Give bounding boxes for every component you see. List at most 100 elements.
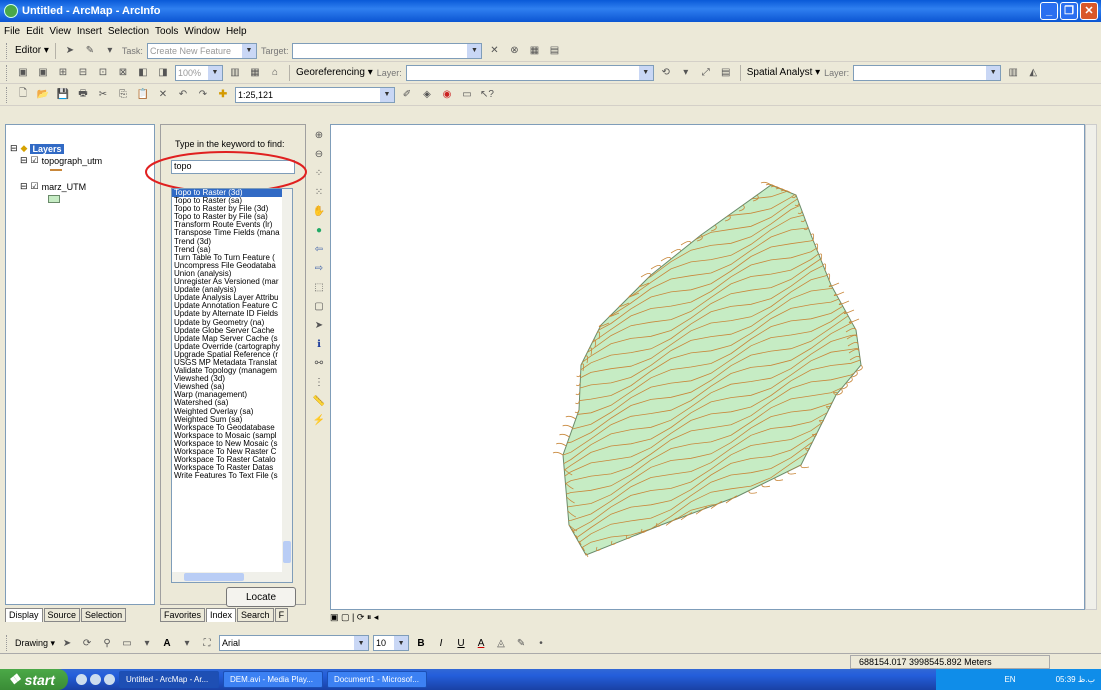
- tool-list-item[interactable]: Transform Route Events (lr): [172, 221, 284, 229]
- italic-icon[interactable]: I: [433, 635, 449, 651]
- select-elements-icon[interactable]: ➤: [311, 317, 327, 333]
- tool-list-item[interactable]: Topo to Raster (3d): [172, 189, 284, 198]
- collapse-icon[interactable]: ⊟: [20, 181, 28, 192]
- bold-icon[interactable]: B: [413, 635, 429, 651]
- tool-list-item[interactable]: Transpose Time Fields (mana: [172, 229, 284, 237]
- pan-hand-icon[interactable]: ✋: [311, 203, 327, 219]
- toc-layers-root[interactable]: ⊟ ◆ Layers: [10, 143, 64, 154]
- map-display[interactable]: [330, 124, 1085, 610]
- tool-list-item[interactable]: Update (analysis): [172, 286, 284, 294]
- tool-list-item[interactable]: Viewshed (3d): [172, 375, 284, 383]
- full-extent-icon[interactable]: ●: [311, 222, 327, 238]
- histogram-icon[interactable]: ▥: [1005, 65, 1021, 81]
- sketch-pencil-icon[interactable]: ✎: [82, 43, 98, 59]
- editor-menu[interactable]: Editor ▾: [15, 45, 49, 56]
- undo-icon[interactable]: ↶: [175, 87, 191, 103]
- tool-list-item[interactable]: Viewshed (sa): [172, 383, 284, 391]
- collapse-icon[interactable]: ⊟: [10, 143, 18, 154]
- menu-insert[interactable]: Insert: [77, 26, 102, 37]
- rotate-icon[interactable]: ⟳: [79, 635, 95, 651]
- target-combo[interactable]: ▼: [292, 42, 483, 59]
- toggle-draft-icon[interactable]: ▥: [227, 65, 243, 81]
- chevron-down-icon[interactable]: ▾: [102, 43, 118, 59]
- media-icon[interactable]: [90, 674, 101, 685]
- menu-help[interactable]: Help: [226, 26, 247, 37]
- hyperlink-icon[interactable]: ⚡: [311, 412, 327, 428]
- text-icon[interactable]: A: [159, 635, 175, 651]
- tool-list-item[interactable]: Topo to Raster (sa): [172, 197, 284, 205]
- cut-icon[interactable]: ✂: [95, 87, 111, 103]
- tab-source[interactable]: Source: [43, 608, 81, 622]
- arctoolbox-icon[interactable]: ◉: [439, 87, 455, 103]
- tool-list-item[interactable]: Upgrade Spatial Reference (r: [172, 351, 284, 359]
- checkbox-icon[interactable]: ☑: [31, 155, 39, 166]
- task-document[interactable]: Document1 - Microsof...: [327, 671, 427, 688]
- collapse-icon[interactable]: ⊟: [20, 155, 28, 166]
- map-scale-combo[interactable]: 1:25,121 ▼: [235, 86, 395, 103]
- task-combo[interactable]: Create New Feature ▼: [146, 42, 257, 59]
- tool-list-item[interactable]: Workspace To Geodatabase: [172, 424, 284, 432]
- spatial-analyst-menu[interactable]: Spatial Analyst ▾: [747, 67, 820, 78]
- tool-list-item[interactable]: Unregister As Versioned (mar: [172, 278, 284, 286]
- new-document-icon[interactable]: 🗋: [15, 87, 31, 103]
- tool-list-item[interactable]: Workspace To Raster Datas: [172, 464, 284, 472]
- tool-list-item[interactable]: USGS MP Metadata Translat: [172, 359, 284, 367]
- layout-pan-icon[interactable]: ⊞: [55, 65, 71, 81]
- rectangle-icon[interactable]: ▭: [119, 635, 135, 651]
- menu-tools[interactable]: Tools: [155, 26, 178, 37]
- tool-list-item[interactable]: Update by Alternate ID Fields: [172, 310, 284, 318]
- layout-extent-icon[interactable]: ⊠: [115, 65, 131, 81]
- zoom-to-selected-icon[interactable]: ⚲: [99, 635, 115, 651]
- font-size-combo[interactable]: 10 ▼: [373, 635, 410, 651]
- tool-list-item[interactable]: Workspace To New Raster C: [172, 448, 284, 456]
- tool-list-item[interactable]: Watershed (sa): [172, 399, 284, 407]
- tool-list-item[interactable]: Turn Table To Turn Feature (: [172, 254, 284, 262]
- chevron-down-icon[interactable]: ▾: [139, 635, 155, 651]
- tool-list-item[interactable]: Update Annotation Feature C: [172, 302, 284, 310]
- split-icon[interactable]: ⊗: [506, 43, 522, 59]
- menu-view[interactable]: View: [49, 26, 71, 37]
- font-color-icon[interactable]: A: [473, 635, 489, 651]
- checkbox-icon[interactable]: ☑: [31, 181, 39, 192]
- menu-file[interactable]: File: [4, 26, 20, 37]
- map-canvas[interactable]: [331, 125, 1084, 609]
- fill-color-icon[interactable]: ◬: [493, 635, 509, 651]
- whats-this-icon[interactable]: ↖?: [479, 87, 495, 103]
- view-toggle[interactable]: ▣ ▢ | ⟳ ⏸ ◂: [330, 612, 378, 623]
- georeferencing-menu[interactable]: Georeferencing ▾: [296, 67, 373, 78]
- zoom-in-icon[interactable]: ⊕: [311, 127, 327, 143]
- layout-back-icon[interactable]: ◧: [135, 65, 151, 81]
- tool-list-item[interactable]: Update Map Server Cache (s: [172, 335, 284, 343]
- layout-zoom-combo[interactable]: 100% ▼: [175, 64, 223, 81]
- tool-list-item[interactable]: Weighted Overlay (sa): [172, 408, 284, 416]
- edit-vertices-icon[interactable]: ⛶: [199, 635, 215, 651]
- tool-list-item[interactable]: Workspace to New Mosaic (s: [172, 440, 284, 448]
- menu-edit[interactable]: Edit: [26, 26, 43, 37]
- menu-window[interactable]: Window: [184, 26, 220, 37]
- redo-icon[interactable]: ↷: [195, 87, 211, 103]
- tool-list-item[interactable]: Warp (management): [172, 391, 284, 399]
- layout-fixed-icon[interactable]: ⊟: [75, 65, 91, 81]
- command-line-icon[interactable]: ▭: [459, 87, 475, 103]
- open-folder-icon[interactable]: 📂: [35, 87, 51, 103]
- contour-icon[interactable]: ◭: [1025, 65, 1041, 81]
- forward-extent-icon[interactable]: ⇨: [311, 260, 327, 276]
- print-icon[interactable]: 🖶: [75, 87, 91, 103]
- add-data-icon[interactable]: ✚: [215, 87, 231, 103]
- chevron-down-icon[interactable]: ▾: [678, 65, 694, 81]
- tool-list-item[interactable]: Weighted Sum (sa): [172, 416, 284, 424]
- layout-forward-icon[interactable]: ◨: [155, 65, 171, 81]
- map-scrollbar[interactable]: [1085, 124, 1097, 610]
- language-indicator[interactable]: EN: [1004, 675, 1015, 684]
- editor-toolbar-icon[interactable]: ✐: [399, 87, 415, 103]
- list-scrollbar[interactable]: [282, 189, 292, 582]
- find-binoculars-icon[interactable]: ⚯: [311, 355, 327, 371]
- select-features-icon[interactable]: ⬚: [311, 279, 327, 295]
- tab-index[interactable]: Index: [206, 608, 237, 622]
- tool-list-item[interactable]: Update Globe Server Cache: [172, 327, 284, 335]
- layout-zoom-icon[interactable]: ▣: [35, 65, 51, 81]
- cut-polygon-icon[interactable]: ✕: [486, 43, 502, 59]
- tool-list-item[interactable]: Workspace to Mosaic (sampl: [172, 432, 284, 440]
- menu-selection[interactable]: Selection: [108, 26, 149, 37]
- list-hscrollbar[interactable]: [172, 572, 284, 582]
